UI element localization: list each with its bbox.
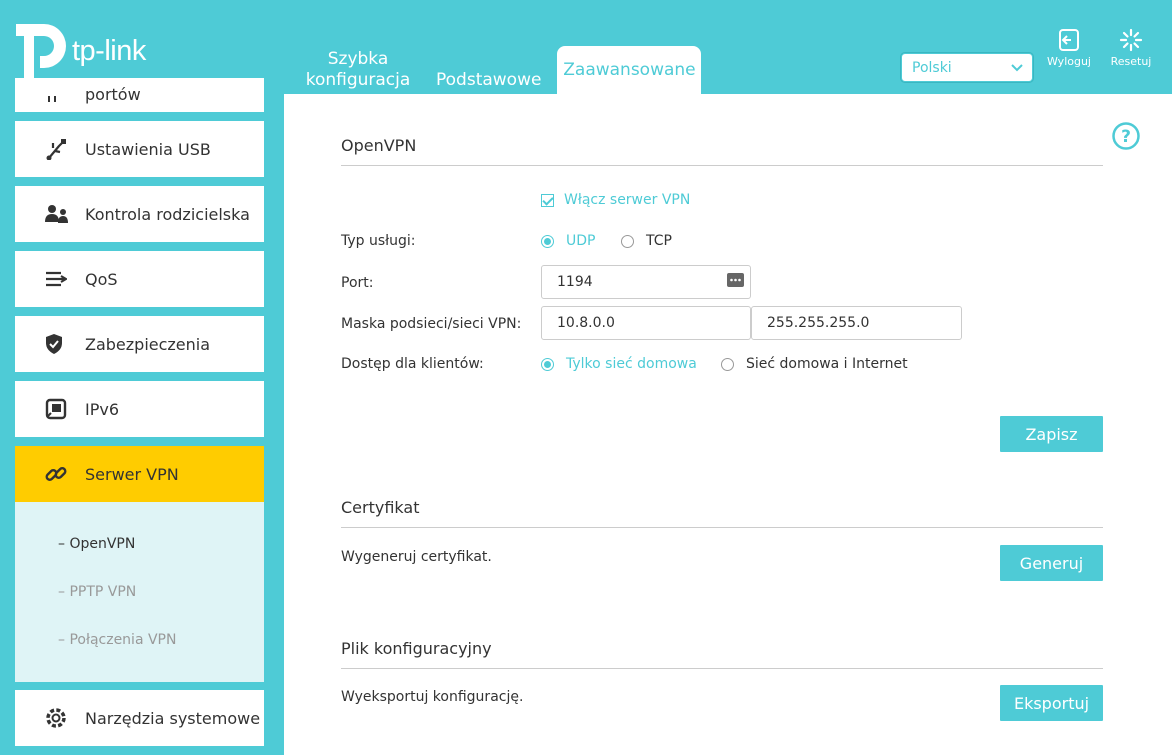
tab-quick-setup[interactable]: Szybka konfiguracja [288,49,428,94]
tab-label: Szybka konfiguracja [305,49,411,90]
subnet-input[interactable]: 10.8.0.0 [541,306,751,340]
tab-label: Zaawansowane [563,60,696,80]
logout-icon [1059,29,1079,51]
sidebar-subitem-pptp-vpn[interactable]: – PPTP VPN [58,584,136,600]
subnet-value: 10.8.0.0 [557,315,615,331]
help-icon: ? [1112,122,1140,150]
sub-dash: – [58,536,70,552]
svg-text:?: ? [1121,127,1131,147]
sidebar-subitem-openvpn[interactable]: – OpenVPN [58,536,135,552]
tab-label: Podstawowe [436,70,542,90]
save-button[interactable]: Zapisz [1000,416,1103,452]
netmask-value: 255.255.255.0 [767,315,870,331]
link-icon [45,463,85,485]
sidebar-item-label: Zabezpieczenia [85,334,211,354]
config-file-description: Wyeksportuj konfigurację. [341,689,524,705]
radio-selected-icon [541,234,554,248]
sidebar-item-label: Ustawienia USB [85,139,211,159]
reboot-icon [1119,28,1143,52]
sub-label: Połączenia VPN [69,632,177,648]
sidebar-item-port-forwarding[interactable]: portów [15,78,264,112]
input-dots-icon [727,273,744,287]
language-select[interactable]: Polski [901,53,1033,82]
sidebar-item-label: QoS [85,269,118,289]
reboot-button[interactable]: Resetuj [1106,28,1156,68]
tab-basic[interactable]: Podstawowe [428,70,549,94]
ipv6-icon [45,398,85,420]
radio-home-network-only[interactable]: Tylko sieć domowa [541,356,697,372]
port-forward-icon [45,96,85,104]
client-access-label: Dostęp dla klientów: [341,356,484,372]
sidebar-submenu [15,502,264,682]
sidebar-item-system-tools[interactable]: Narzędzia systemowe [15,690,264,746]
radio-home-only-label: Tylko sieć domowa [566,356,697,372]
main-tabs: Szybka konfiguracja Podstawowe Zaawansow… [288,46,702,94]
sub-dash: – [58,584,70,600]
subnet-label: Maska podsieci/sieci VPN: [341,316,522,332]
section-title-openvpn: OpenVPN [341,136,1103,166]
port-label: Port: [341,275,374,291]
enable-vpn-label: Włącz serwer VPN [564,192,691,208]
radio-unselected-icon [621,234,634,248]
radio-home-network-and-internet[interactable]: Sieć domowa i Internet [721,356,908,372]
usb-icon [45,138,85,160]
sidebar-item-label: portów [85,85,141,104]
port-input[interactable]: 1194 [541,265,751,299]
sidebar-item-label: IPv6 [85,399,120,419]
sidebar-item-security[interactable]: Zabezpieczenia [15,316,264,372]
logo-text: tp-link [72,34,146,67]
section-title-certificate: Certyfikat [341,498,1103,528]
language-value: Polski [912,59,952,76]
sidebar-item-ipv6[interactable]: IPv6 [15,381,264,437]
reboot-label: Resetuj [1110,55,1152,68]
radio-home-internet-label: Sieć domowa i Internet [746,356,908,372]
tp-link-logo-icon [16,24,66,78]
qos-icon [45,269,85,289]
sidebar-item-vpn-server[interactable]: Serwer VPN [15,446,264,502]
radio-selected-icon [541,357,554,371]
sidebar-subitem-vpn-connections[interactable]: – Połączenia VPN [58,632,176,648]
export-button[interactable]: Eksportuj [1000,685,1103,721]
generate-button[interactable]: Generuj [1000,545,1103,581]
chevron-down-icon [1011,64,1023,72]
section-title-config-file: Plik konfiguracyjny [341,639,1103,669]
sidebar-item-qos[interactable]: QoS [15,251,264,307]
radio-udp-label: UDP [566,233,596,249]
gear-icon [45,707,85,729]
sidebar-item-label: Kontrola rodzicielska [85,204,250,224]
tab-advanced[interactable]: Zaawansowane [557,46,702,94]
certificate-description: Wygeneruj certyfikat. [341,549,492,565]
logout-label: Wyloguj [1047,55,1091,68]
port-value: 1194 [557,274,593,290]
enable-vpn-checkbox[interactable]: Włącz serwer VPN [541,192,690,208]
sub-label: OpenVPN [69,536,136,552]
shield-icon [45,333,85,355]
tp-link-logo: tp-link [14,22,146,80]
sidebar-item-label: Narzędzia systemowe [85,708,261,728]
checkbox-checked-icon [541,193,554,207]
sidebar-item-parental-control[interactable]: Kontrola rodzicielska [15,186,264,242]
radio-tcp[interactable]: TCP [621,233,672,249]
sub-label: PPTP VPN [69,584,137,600]
help-button[interactable]: ? [1111,121,1141,155]
logout-button[interactable]: Wyloguj [1044,28,1094,68]
radio-unselected-icon [721,357,734,371]
service-type-label: Typ usługi: [341,233,416,249]
parental-control-icon [45,204,85,224]
netmask-input[interactable]: 255.255.255.0 [751,306,962,340]
radio-udp[interactable]: UDP [541,233,595,249]
sidebar-item-label: Serwer VPN [85,464,179,484]
radio-tcp-label: TCP [646,233,672,249]
sidebar-item-usb[interactable]: Ustawienia USB [15,121,264,177]
sub-dash: – [58,632,70,648]
